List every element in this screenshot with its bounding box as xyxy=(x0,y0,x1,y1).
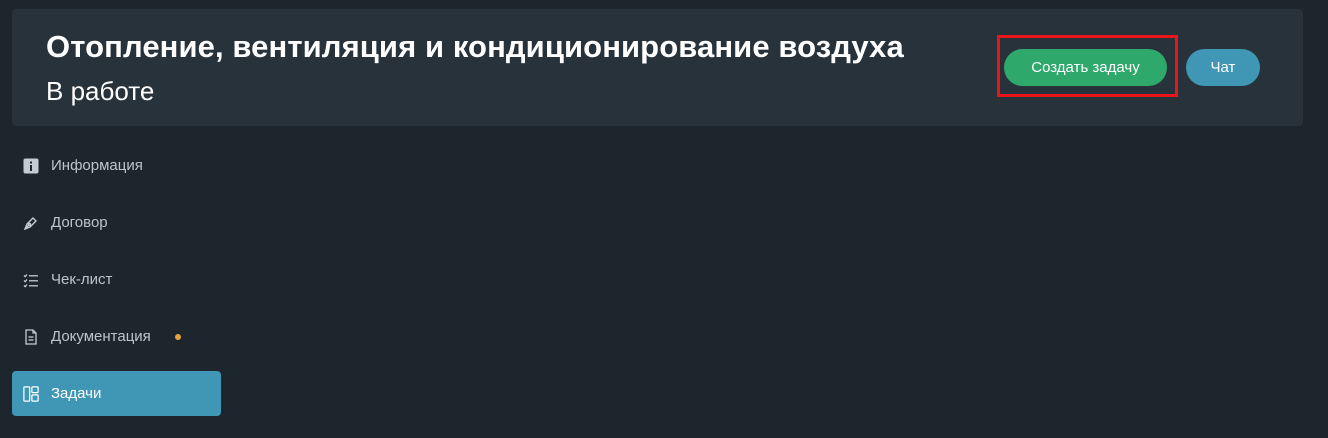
document-icon xyxy=(23,328,39,345)
sidebar-item-label: Задачи xyxy=(51,385,102,402)
info-icon xyxy=(23,158,39,174)
sidebar-item-label: Договор xyxy=(51,214,108,231)
tasks-board-icon xyxy=(23,385,39,402)
page-title: Отопление, вентиляция и кондиционировани… xyxy=(46,29,904,64)
sidebar: Информация Договор Чек-лист Документация… xyxy=(12,143,221,428)
sidebar-item-tasks[interactable]: Задачи xyxy=(12,371,221,416)
sidebar-item-contract[interactable]: Договор xyxy=(12,200,221,245)
create-task-button[interactable]: Создать задачу xyxy=(1004,49,1167,86)
pen-icon xyxy=(23,215,39,231)
header-card: Отопление, вентиляция и кондиционировани… xyxy=(12,9,1303,126)
chat-button[interactable]: Чат xyxy=(1186,49,1260,86)
sidebar-item-information[interactable]: Информация xyxy=(12,143,221,188)
page: Отопление, вентиляция и кондиционировани… xyxy=(0,0,1328,438)
sidebar-item-label: Документация xyxy=(51,328,151,345)
status-text: В работе xyxy=(46,76,155,106)
checklist-icon xyxy=(23,272,39,288)
notification-dot xyxy=(174,333,181,340)
sidebar-item-documentation[interactable]: Документация xyxy=(12,314,221,359)
sidebar-item-label: Информация xyxy=(51,157,143,174)
sidebar-item-label: Чек-лист xyxy=(51,271,113,288)
sidebar-item-checklist[interactable]: Чек-лист xyxy=(12,257,221,302)
